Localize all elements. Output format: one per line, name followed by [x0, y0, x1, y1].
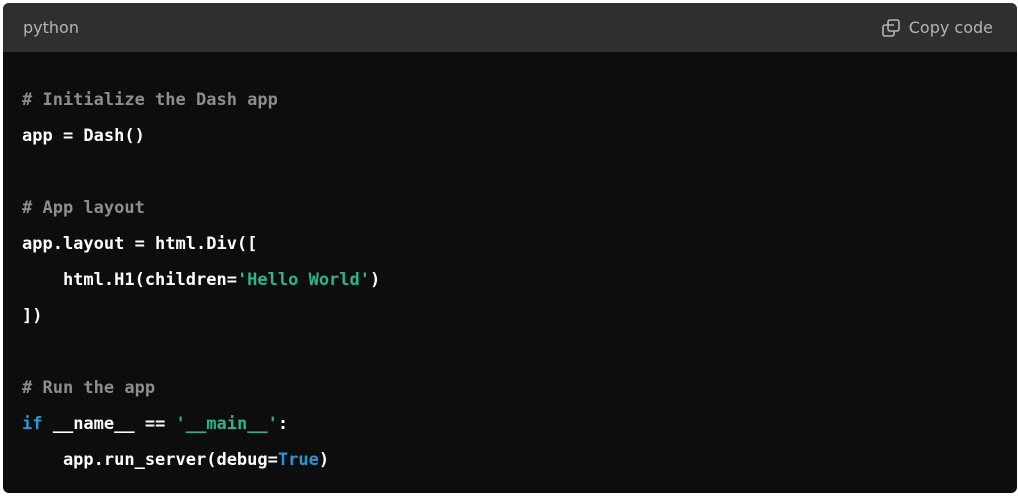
code-line: app = Dash() [22, 118, 998, 154]
code-block: python Copy code # Initialize the Dash a… [3, 3, 1017, 493]
code-string: '__main__' [175, 414, 278, 434]
code-text: __name__ == [42, 414, 176, 434]
code-line: html.H1(children='Hello World') [22, 262, 998, 298]
copy-code-button[interactable]: Copy code [881, 18, 993, 38]
copy-code-label: Copy code [908, 18, 993, 37]
code-header: python Copy code [3, 3, 1017, 52]
code-text: : [277, 414, 289, 434]
code-line: # Run the app [22, 370, 998, 406]
code-comment: # Run the app [22, 378, 156, 398]
code-line: app.layout = html.Div([ [22, 226, 998, 262]
code-line: # Initialize the Dash app [22, 82, 998, 118]
code-keyword: True [277, 450, 319, 470]
code-text: app.run_server(debug= [22, 450, 278, 470]
code-text: html.H1(children= [22, 270, 237, 290]
code-text: ]) [22, 306, 43, 326]
code-line: ]) [22, 298, 998, 334]
code-string: 'Hello World' [236, 270, 370, 290]
code-comment: # Initialize the Dash app [22, 90, 278, 110]
code-body: # Initialize the Dash app app = Dash() #… [3, 52, 1017, 478]
code-text: ) [318, 450, 330, 470]
code-text: app.layout = html.Div([ [22, 234, 258, 254]
code-line: app.run_server(debug=True) [22, 442, 998, 478]
copy-icon [881, 18, 901, 38]
code-comment: # App layout [22, 198, 145, 218]
code-text: ) [370, 270, 381, 290]
code-keyword: if [22, 414, 43, 434]
code-text: app = Dash() [22, 126, 145, 146]
code-line: if __name__ == '__main__': [22, 406, 998, 442]
language-label: python [23, 18, 79, 37]
code-line: # App layout [22, 190, 998, 226]
